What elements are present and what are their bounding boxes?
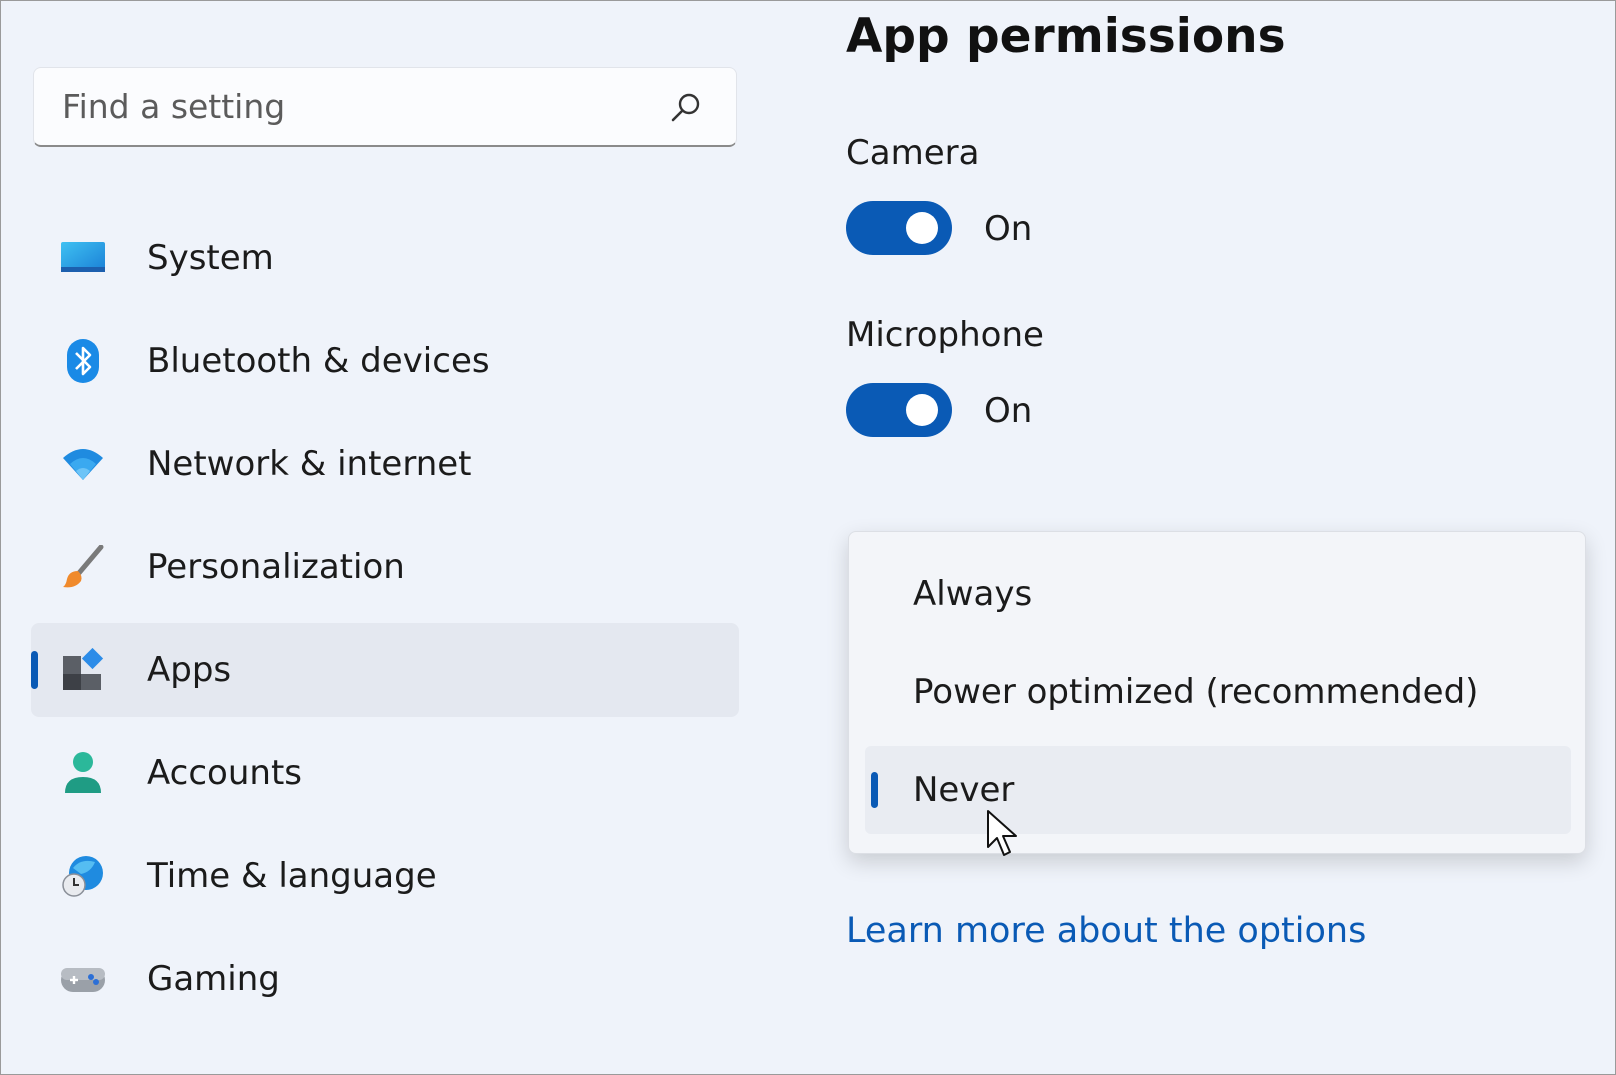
sidebar-item-label: Personalization (147, 547, 405, 587)
search-icon[interactable] (670, 92, 702, 124)
selection-indicator (871, 772, 878, 808)
sidebar-item-label: System (147, 238, 274, 278)
settings-window: Find a setting System Bluetooth & device… (0, 0, 1616, 1075)
camera-toggle-state: On (984, 209, 1033, 249)
microphone-toggle-state: On (984, 391, 1033, 431)
sidebar-item-label: Accounts (147, 753, 302, 793)
sidebar-item-apps[interactable]: Apps (31, 623, 739, 717)
microphone-toggle[interactable] (846, 383, 952, 437)
sidebar-item-label: Gaming (147, 959, 280, 999)
globe-clock-icon (62, 856, 103, 897)
bluetooth-icon (67, 339, 99, 383)
dropdown-option-never[interactable]: Never (865, 746, 1571, 834)
option-label: Power optimized (recommended) (913, 672, 1479, 712)
dropdown-option-power-optimized[interactable]: Power optimized (recommended) (865, 648, 1571, 736)
toggle-knob (906, 212, 938, 244)
sidebar-item-bluetooth[interactable]: Bluetooth & devices (31, 314, 739, 408)
toggle-knob (906, 394, 938, 426)
option-label: Always (913, 574, 1033, 614)
apps-icon (63, 648, 104, 690)
sidebar-item-personalization[interactable]: Personalization (31, 520, 739, 614)
search-input[interactable]: Find a setting (62, 68, 285, 146)
microphone-label: Microphone (846, 315, 1044, 355)
system-icon (61, 242, 105, 272)
selection-indicator (31, 651, 38, 689)
person-icon (65, 752, 101, 793)
learn-more-link[interactable]: Learn more about the options (846, 911, 1366, 951)
sidebar-item-label: Time & language (147, 856, 437, 896)
search-box[interactable]: Find a setting (33, 67, 737, 147)
sidebar-item-system[interactable]: System (31, 211, 739, 305)
sidebar-item-gaming[interactable]: Gaming (31, 932, 739, 1026)
paintbrush-icon (63, 545, 104, 588)
mouse-cursor-icon (987, 810, 1017, 856)
sidebar-item-time-language[interactable]: Time & language (31, 829, 739, 923)
sidebar-item-label: Apps (147, 650, 232, 690)
camera-toggle[interactable] (846, 201, 952, 255)
camera-label: Camera (846, 133, 980, 173)
dropdown-option-always[interactable]: Always (865, 550, 1571, 638)
page-title: App permissions (846, 9, 1286, 64)
sidebar-item-label: Bluetooth & devices (147, 341, 490, 381)
sidebar-item-network[interactable]: Network & internet (31, 417, 739, 511)
sidebar-item-accounts[interactable]: Accounts (31, 726, 739, 820)
gamepad-icon (61, 968, 105, 992)
wifi-icon (63, 449, 103, 480)
background-permission-dropdown[interactable]: Always Power optimized (recommended) Nev… (848, 531, 1586, 854)
sidebar-item-label: Network & internet (147, 444, 472, 484)
